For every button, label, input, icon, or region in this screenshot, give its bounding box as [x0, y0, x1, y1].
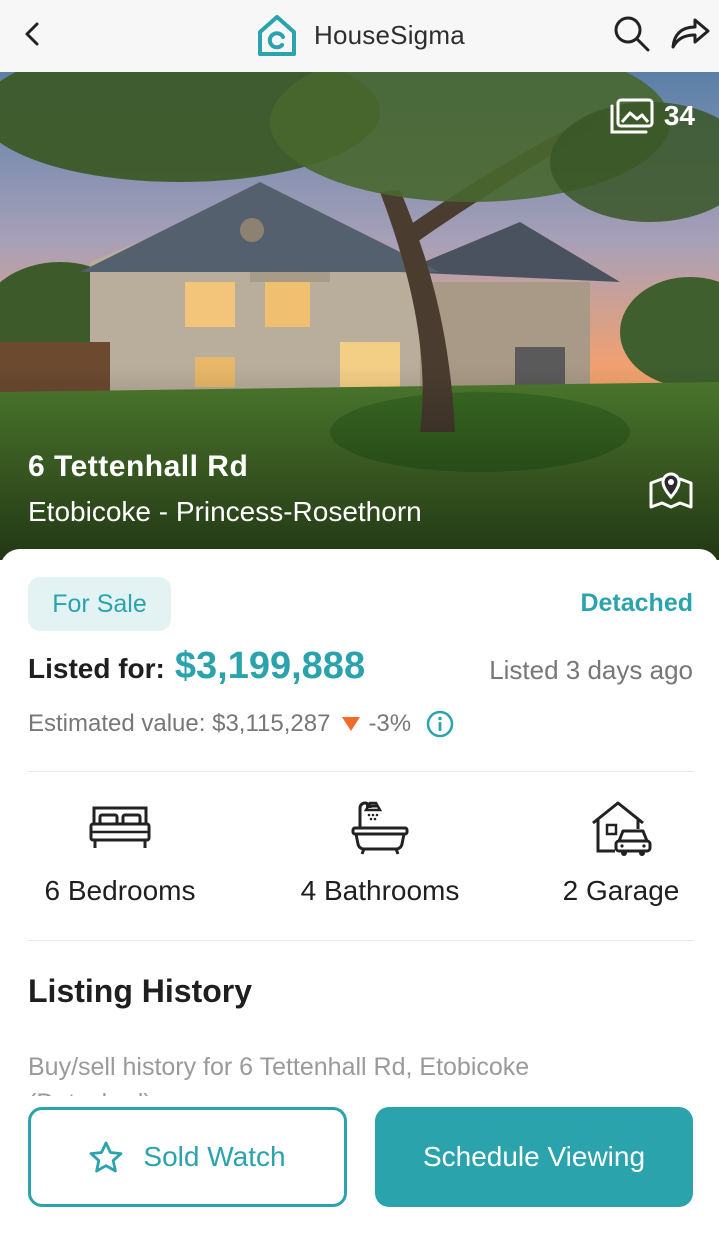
info-button[interactable] — [425, 709, 455, 739]
status-badge: For Sale — [28, 577, 171, 631]
listing-address: 6 Tettenhall Rd — [28, 450, 249, 483]
estimated-value: Estimated value: $3,115,287 — [28, 710, 331, 737]
divider — [28, 771, 693, 772]
property-type: Detached — [580, 589, 693, 617]
divider — [28, 940, 693, 941]
garage-icon — [592, 801, 652, 856]
photo-count-value: 34 — [663, 100, 695, 131]
feature-bathrooms: 4 Bathrooms — [275, 797, 485, 907]
trend-down-icon — [342, 717, 361, 731]
sold-watch-button[interactable]: Sold Watch — [28, 1107, 347, 1207]
house-photo — [0, 72, 719, 560]
feature-garage: 2 Garage — [516, 797, 719, 907]
price-row: Listed for: $3,199,888 — [28, 645, 365, 688]
bathtub-icon — [351, 801, 409, 855]
chevron-left-icon — [25, 22, 39, 46]
sold-watch-label: Sold Watch — [143, 1141, 286, 1172]
price-label: Listed for: — [28, 653, 165, 684]
photo-count[interactable]: 34 — [610, 98, 695, 134]
estimated-value-row: Estimated value: $3,115,287 -3% — [28, 709, 455, 739]
bed-icon — [89, 806, 151, 848]
map-pin-icon — [649, 472, 693, 509]
share-icon — [671, 18, 710, 49]
housesigma-logo-icon — [258, 15, 296, 56]
search-icon — [614, 16, 650, 52]
map-button[interactable] — [646, 466, 696, 514]
bathrooms-label: 4 Bathrooms — [300, 875, 460, 906]
listing-history-title: Listing History — [28, 973, 253, 1009]
feature-bedrooms: 6 Bedrooms — [15, 797, 225, 907]
listed-ago: Listed 3 days ago — [489, 655, 693, 685]
brand: HouseSigma — [256, 10, 465, 60]
bedrooms-label: 6 Bedrooms — [44, 875, 196, 906]
star-icon — [90, 1141, 123, 1173]
listing-community: Etobicoke - Princess-Rosethorn — [28, 496, 422, 527]
info-icon — [426, 710, 454, 738]
back-button[interactable] — [14, 16, 50, 52]
share-button[interactable] — [666, 12, 714, 56]
schedule-viewing-label: Schedule Viewing — [422, 1141, 646, 1172]
app-header: HouseSigma — [0, 0, 719, 72]
search-button[interactable] — [610, 12, 654, 56]
estimated-change: -3% — [368, 710, 412, 737]
price-value: $3,199,888 — [174, 645, 366, 687]
photo-gallery-icon — [610, 98, 654, 134]
schedule-viewing-button[interactable]: Schedule Viewing — [375, 1107, 693, 1207]
hero-photo[interactable]: 34 6 Tettenhall Rd Etobicoke - Princess-… — [0, 72, 719, 560]
garage-label: 2 Garage — [562, 875, 680, 906]
brand-name: HouseSigma — [314, 19, 465, 50]
